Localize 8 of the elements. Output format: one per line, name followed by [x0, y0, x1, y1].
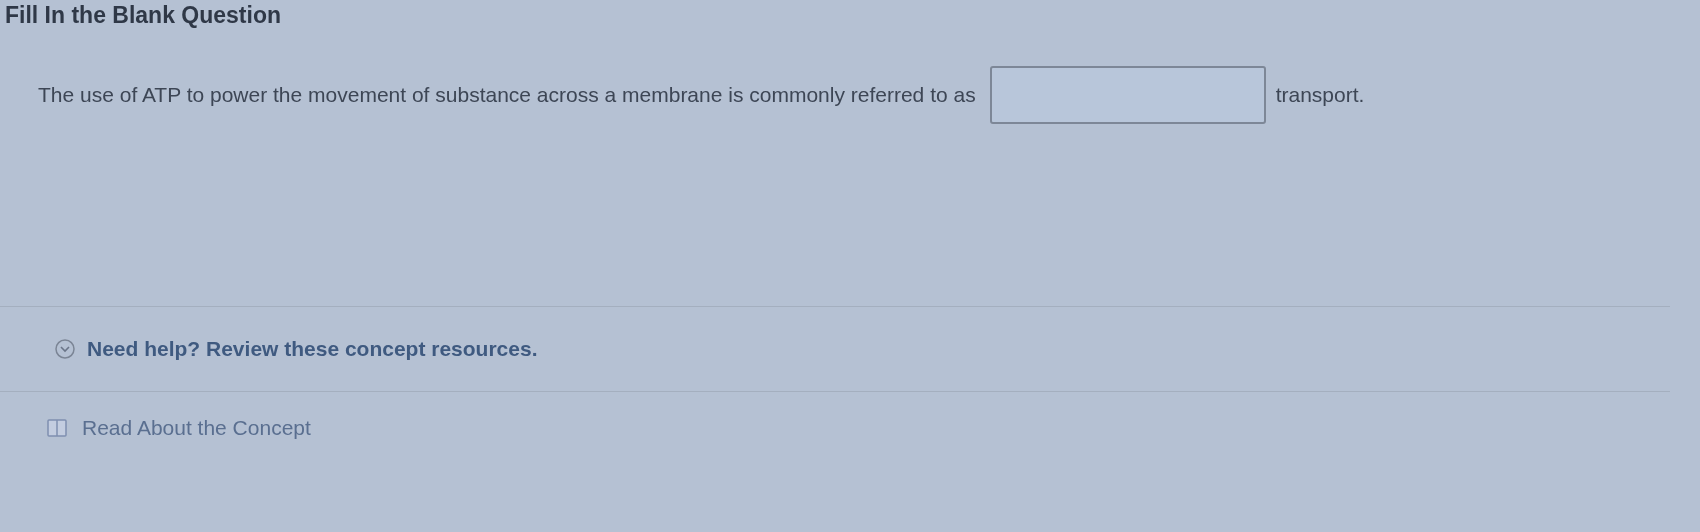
chevron-icon[interactable] [55, 339, 75, 359]
resource-link[interactable]: Read About the Concept [82, 416, 311, 440]
book-icon [46, 417, 68, 439]
question-title: Fill In the Blank Question [4, 1, 283, 30]
help-link[interactable]: Need help? Review these concept resources. [87, 337, 538, 361]
answer-box[interactable] [989, 66, 1266, 124]
question-text: transport. [1275, 83, 1365, 107]
question-text: The use of ATP to power the movement of substance across a membrane is commonly referred to as [38, 83, 976, 107]
